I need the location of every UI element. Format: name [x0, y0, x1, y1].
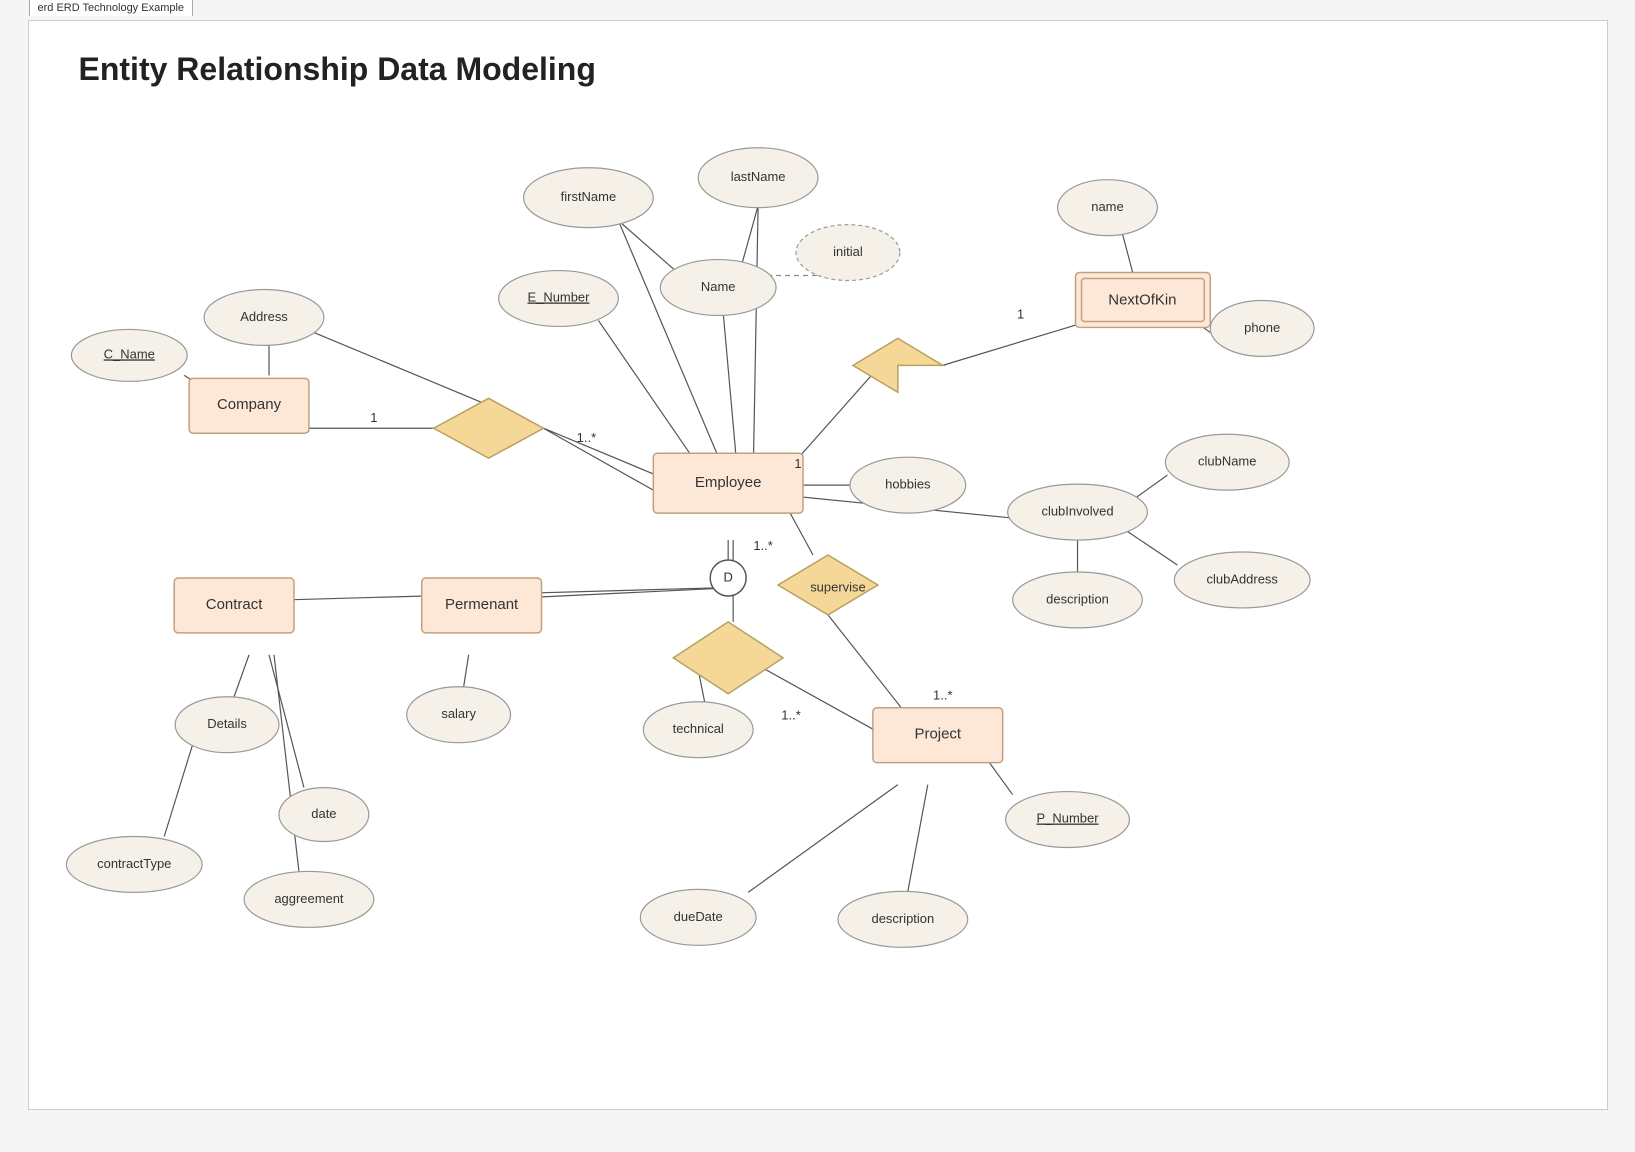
pnumber-label: P_Number [1036, 811, 1099, 826]
clubaddress-label: clubAddress [1206, 571, 1278, 586]
nextofkin-label: NextOfKin [1108, 291, 1176, 308]
enumber-label: E_Number [527, 290, 590, 305]
contracttype-label: contractType [97, 856, 171, 871]
clubname-label: clubName [1198, 454, 1256, 469]
erd-diagram: Employee Company NextOfKin Contract Perm… [29, 21, 1607, 1109]
clubinvolved-label: clubInvolved [1041, 504, 1113, 519]
description-club-label: description [1046, 591, 1109, 606]
tab-label[interactable]: erd ERD Technology Example [29, 0, 194, 16]
cname-label: C_Name [103, 347, 154, 362]
nok-diamond[interactable] [852, 338, 942, 392]
initial-label: initial [833, 244, 863, 259]
hobbies-label: hobbies [885, 477, 931, 492]
worksfor-diamond[interactable] [433, 398, 543, 458]
details-label: Details [207, 716, 247, 731]
workon-diamond[interactable] [673, 622, 783, 694]
date-label: date [311, 806, 336, 821]
permenant-label: Permenant [445, 596, 519, 613]
project-label: Project [914, 726, 961, 743]
duedate-label: dueDate [673, 909, 722, 924]
lastname-label: lastName [730, 169, 785, 184]
card-1star-employee: 1..* [576, 430, 595, 445]
description-proj-label: description [871, 911, 934, 926]
isa-label: D [723, 569, 732, 584]
diagram-page: erd ERD Technology Example Entity Relati… [28, 20, 1608, 1110]
nok-name-label: name [1091, 199, 1123, 214]
firstname-label: firstName [560, 189, 616, 204]
card-1star-project2: 1..* [781, 708, 800, 723]
card-1star-manage: 1..* [753, 538, 772, 553]
phone-label: phone [1244, 320, 1280, 335]
card-1star-project: 1..* [933, 688, 952, 703]
supervise-label: supervise [810, 579, 866, 594]
aggreement-label: aggreement [274, 891, 344, 906]
card-1-employee-nok: 1 [794, 456, 801, 471]
card-1-company: 1 [370, 410, 377, 425]
address-label: Address [240, 309, 288, 324]
company-label: Company [217, 396, 282, 413]
card-1-nok: 1 [1017, 306, 1024, 321]
technical-label: technical [672, 721, 723, 736]
employee-label: Employee [694, 474, 761, 491]
contract-label: Contract [205, 596, 262, 613]
name-label: Name [700, 279, 735, 294]
salary-label: salary [441, 706, 476, 721]
